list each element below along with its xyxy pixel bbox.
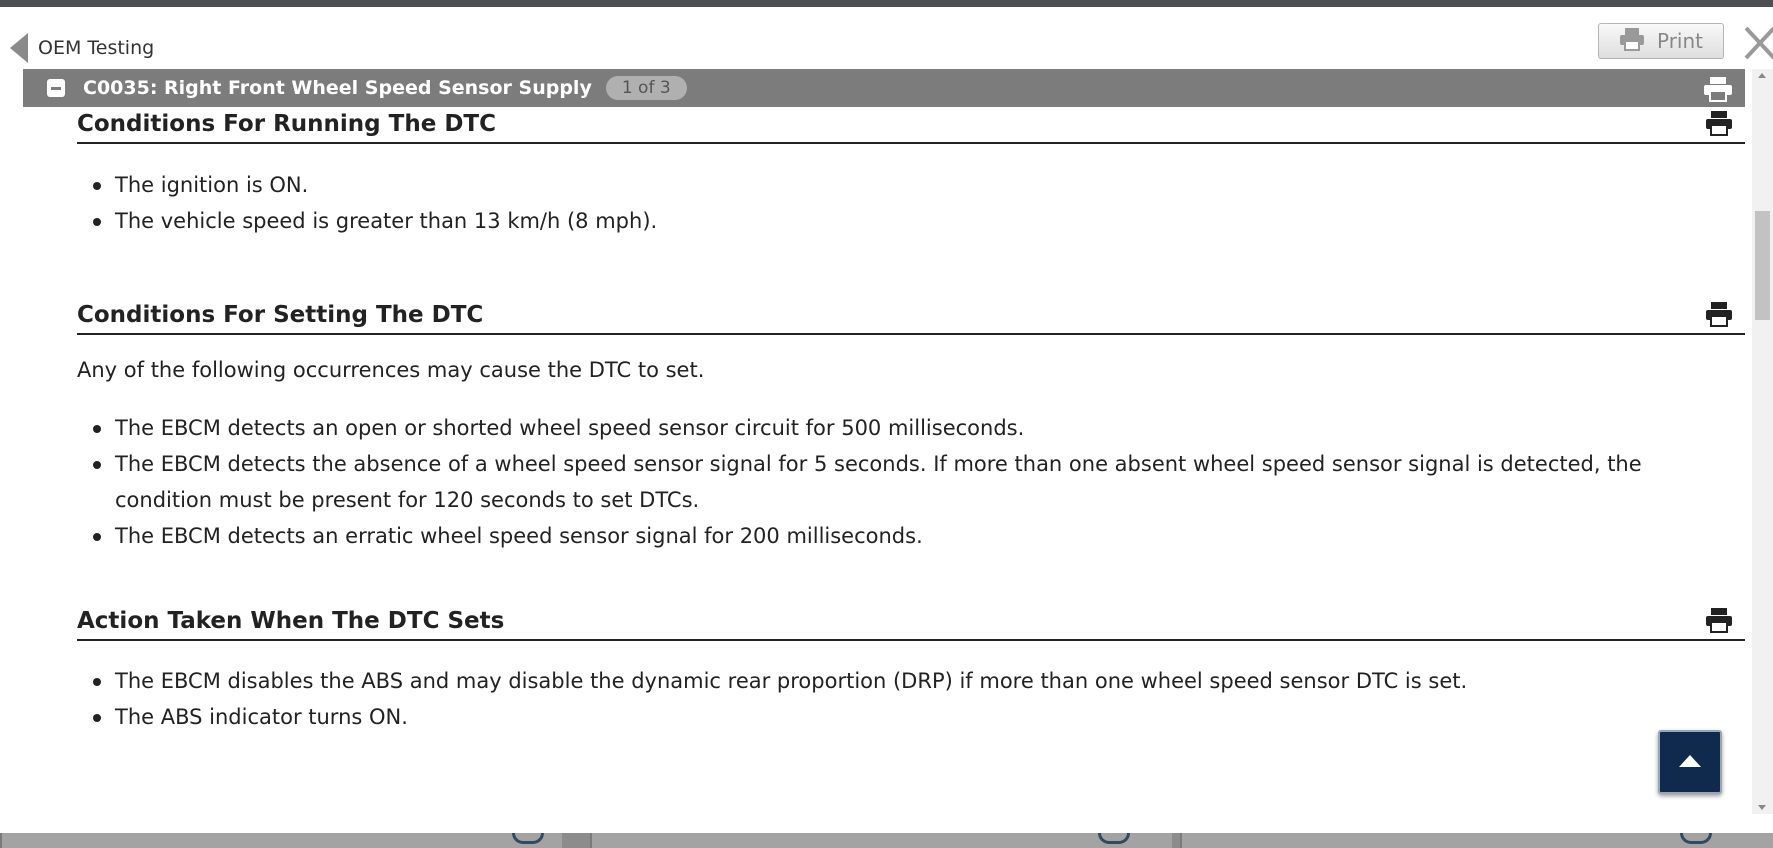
bullet-list-action: The EBCM disables the ABS and may disabl… (77, 663, 1745, 735)
bullet-list-setting: The EBCM detects an open or shorted whee… (77, 410, 1745, 554)
collapse-minus-icon[interactable] (47, 79, 65, 97)
section-heading-running: Conditions For Running The DTC (77, 108, 1745, 144)
scroll-up-arrow-icon[interactable] (1758, 73, 1766, 78)
section-heading-action: Action Taken When The DTC Sets (77, 605, 1745, 641)
background-pane (0, 833, 562, 848)
list-item: The EBCM detects an open or shorted whee… (77, 410, 1745, 446)
vertical-scrollbar[interactable] (1752, 69, 1773, 814)
bullet-list-running: The ignition is ON. The vehicle speed is… (77, 167, 1745, 239)
scroll-down-arrow-icon[interactable] (1758, 805, 1766, 810)
back-label: OEM Testing (38, 37, 155, 59)
back-button[interactable]: OEM Testing (10, 31, 154, 65)
back-arrow-icon (10, 33, 28, 63)
list-item: The EBCM disables the ABS and may disabl… (77, 663, 1745, 699)
window-top-strip (0, 0, 1773, 7)
printer-icon[interactable] (1705, 607, 1733, 637)
close-icon[interactable] (1742, 24, 1773, 64)
section-title-bar: C0035: Right Front Wheel Speed Sensor Su… (23, 69, 1745, 107)
printer-icon[interactable] (1705, 110, 1733, 140)
page-count-badge: 1 of 3 (605, 76, 687, 100)
list-item: The ignition is ON. (77, 167, 1745, 203)
list-item: The EBCM detects the absence of a wheel … (77, 446, 1745, 518)
printer-icon[interactable] (1705, 301, 1733, 331)
heading-text: Conditions For Setting The DTC (77, 302, 484, 328)
list-item: The ABS indicator turns ON. (77, 699, 1745, 735)
document-content: Conditions For Running The DTC The ignit… (77, 107, 1745, 826)
print-button[interactable]: Print (1598, 23, 1724, 59)
print-label: Print (1656, 29, 1703, 53)
section-heading-setting: Conditions For Setting The DTC (77, 299, 1745, 335)
background-window-strip (0, 833, 1773, 848)
list-item: The EBCM detects an erratic wheel speed … (77, 518, 1745, 554)
heading-text: Conditions For Running The DTC (77, 111, 496, 137)
scrollbar-thumb[interactable] (1755, 211, 1770, 320)
printer-icon[interactable] (1703, 76, 1733, 106)
heading-text: Action Taken When The DTC Sets (77, 608, 505, 634)
list-item: The vehicle speed is greater than 13 km/… (77, 203, 1745, 239)
printer-icon (1619, 27, 1645, 55)
intro-paragraph: Any of the following occurrences may cau… (77, 358, 705, 382)
scroll-to-top-button[interactable] (1658, 730, 1722, 794)
section-title: C0035: Right Front Wheel Speed Sensor Su… (83, 77, 592, 99)
background-pane (590, 833, 1172, 848)
